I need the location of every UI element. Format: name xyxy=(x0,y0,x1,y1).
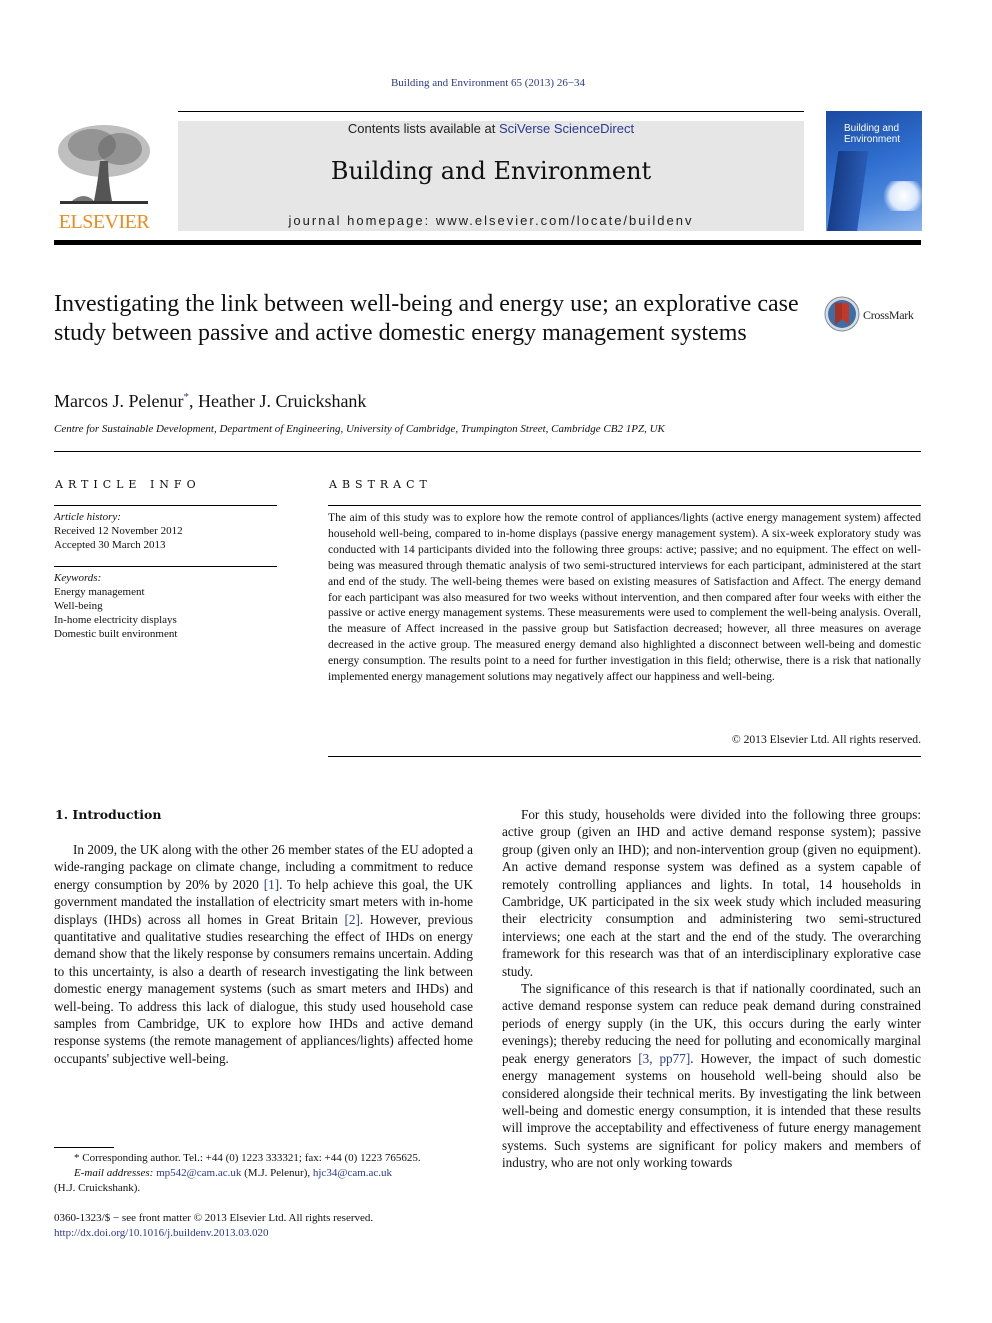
affiliation-rule xyxy=(54,451,921,452)
paragraph-text: . However, previous quantitative and qua… xyxy=(54,911,473,1066)
body-paragraph: For this study, households were divided … xyxy=(502,807,921,979)
author-list: Marcos J. Pelenur*, Heather J. Cruicksha… xyxy=(54,391,366,412)
body-column-left: In 2009, the UK along with the other 26 … xyxy=(54,841,473,1067)
email-label: E-mail addresses: xyxy=(74,1167,154,1179)
elsevier-tree-icon xyxy=(54,121,154,209)
masthead-bottom-rule xyxy=(54,240,921,245)
masthead-top-rule xyxy=(178,111,804,112)
abstract-copyright: © 2013 Elsevier Ltd. All rights reserved… xyxy=(731,733,921,746)
abstract-text: The aim of this study was to explore how… xyxy=(328,511,921,684)
journal-cover-image[interactable]: Building and Environment xyxy=(826,111,922,231)
journal-name: Building and Environment xyxy=(330,157,652,185)
journal-homepage[interactable]: journal homepage: www.elsevier.com/locat… xyxy=(178,213,804,228)
front-matter-text: 0360-1323/$ − see front matter © 2013 El… xyxy=(54,1212,374,1224)
email-owner: (M.J. Pelenur), xyxy=(241,1167,313,1179)
keywords-label: Keywords: xyxy=(54,572,102,584)
front-matter: 0360-1323/$ − see front matter © 2013 El… xyxy=(54,1211,484,1241)
body-paragraph: The significance of this research is tha… xyxy=(502,980,921,1171)
author-name: Marcos J. Pelenur xyxy=(54,391,184,411)
reference-link[interactable]: [1] xyxy=(264,877,279,892)
body-paragraph: In 2009, the UK along with the other 26 … xyxy=(54,841,473,1067)
crossmark-label: CrossMark xyxy=(863,308,914,322)
article-title: Investigating the link between well-bein… xyxy=(54,291,799,346)
doi-link[interactable]: http://dx.doi.org/10.1016/j.buildenv.201… xyxy=(54,1227,269,1239)
footnote: * Corresponding author. Tel.: +44 (0) 12… xyxy=(54,1151,473,1196)
article-info-heading: ARTICLE INFO xyxy=(55,478,201,491)
affiliation: Centre for Sustainable Development, Depa… xyxy=(54,423,665,435)
sciencedirect-link[interactable]: SciVerse ScienceDirect xyxy=(499,121,634,136)
cover-building-graphic xyxy=(826,151,869,231)
received-date: Received 12 November 2012 xyxy=(54,525,183,537)
keyword-item: In-home electricity displays xyxy=(54,614,177,626)
article-history: Article history: Received 12 November 20… xyxy=(54,510,277,552)
accepted-date: Accepted 30 March 2013 xyxy=(54,539,166,551)
abstract-heading: ABSTRACT xyxy=(329,478,432,491)
cover-title: Building and Environment xyxy=(844,123,900,145)
corresponding-author-note: * Corresponding author. Tel.: +44 (0) 12… xyxy=(74,1152,421,1164)
cover-cloud-graphic xyxy=(881,181,922,211)
article-info-rule xyxy=(54,505,277,506)
crossmark-button[interactable]: CrossMark xyxy=(824,296,924,334)
elsevier-logo[interactable]: ELSEVIER xyxy=(54,121,154,233)
cover-title-line2: Environment xyxy=(844,134,901,145)
keyword-item: Energy management xyxy=(54,586,145,598)
history-label: Article history: xyxy=(54,511,121,523)
email-addresses: E-mail addresses: mp542@cam.ac.uk (M.J. … xyxy=(54,1166,473,1181)
abstract-bottom-rule xyxy=(328,756,921,757)
keywords: Keywords: Energy management Well-being I… xyxy=(54,571,277,641)
email-link[interactable]: mp542@cam.ac.uk xyxy=(156,1167,241,1179)
email-link[interactable]: hjc34@cam.ac.uk xyxy=(313,1167,392,1179)
journal-citation[interactable]: Building and Environment 65 (2013) 26−34 xyxy=(0,77,976,89)
keywords-rule xyxy=(54,566,277,567)
paragraph-text: . However, the impact of such domestic e… xyxy=(502,1050,921,1171)
section-heading-introduction: 1. Introduction xyxy=(55,807,162,822)
keyword-item: Well-being xyxy=(54,600,103,612)
author-name: Heather J. Cruickshank xyxy=(197,391,367,411)
abstract-top-rule xyxy=(328,505,921,506)
reference-link[interactable]: [2] xyxy=(344,912,359,927)
keyword-item: Domestic built environment xyxy=(54,628,178,640)
elsevier-wordmark: ELSEVIER xyxy=(58,211,150,233)
masthead: Contents lists available at SciVerse Sci… xyxy=(178,121,804,231)
reference-link[interactable]: [3, pp77] xyxy=(638,1051,690,1066)
author-separator: , xyxy=(188,391,198,411)
footnote-rule xyxy=(54,1147,114,1148)
contents-prefix: Contents lists available at xyxy=(347,121,499,136)
crossmark-icon xyxy=(824,296,860,332)
body-column-right: For this study, households were divided … xyxy=(502,806,921,1172)
contents-availability: Contents lists available at SciVerse Sci… xyxy=(178,121,804,136)
email-owner: (H.J. Cruickshank). xyxy=(54,1182,141,1194)
cover-title-line1: Building and xyxy=(844,123,900,134)
